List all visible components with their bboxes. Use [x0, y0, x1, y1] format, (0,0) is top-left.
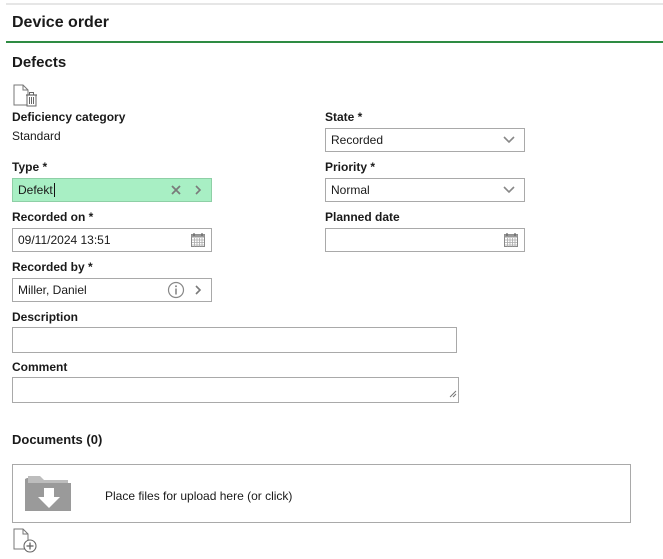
- calendar-icon[interactable]: [500, 229, 522, 251]
- comment-label: Comment: [12, 360, 68, 374]
- documents-title: Documents (0): [12, 432, 103, 447]
- document-delete-icon[interactable]: [12, 84, 38, 108]
- chevron-down-icon[interactable]: [498, 129, 520, 151]
- page-title: Device order: [12, 14, 109, 31]
- chevron-right-icon[interactable]: [187, 179, 209, 201]
- top-border: [6, 3, 663, 5]
- recorded-on-field[interactable]: 09/11/2024 13:51: [12, 228, 212, 252]
- type-label: Type *: [12, 160, 48, 174]
- type-input-value[interactable]: Defekt: [18, 183, 53, 197]
- recorded-by-value[interactable]: Miller, Daniel: [18, 283, 165, 297]
- deficiency-category-label: Deficiency category: [12, 110, 126, 124]
- description-label: Description: [12, 310, 79, 324]
- deficiency-category-value: Standard: [12, 129, 61, 143]
- state-label: State *: [325, 110, 363, 124]
- recorded-by-label: Recorded by *: [12, 260, 93, 274]
- recorded-on-label: Recorded on *: [12, 210, 94, 224]
- section-title-defects: Defects: [12, 54, 67, 71]
- planned-date-label: Planned date: [325, 210, 400, 224]
- description-input[interactable]: [12, 327, 457, 353]
- priority-select[interactable]: Normal: [325, 178, 525, 202]
- chevron-down-icon[interactable]: [498, 179, 520, 201]
- folder-download-icon: [23, 473, 75, 520]
- info-icon[interactable]: [165, 279, 187, 301]
- text-cursor: [53, 183, 55, 198]
- close-icon[interactable]: [165, 179, 187, 201]
- upload-instructions: Place files for upload here (or click): [105, 489, 293, 503]
- state-value: Recorded: [331, 133, 384, 147]
- recorded-by-field[interactable]: Miller, Daniel: [12, 278, 212, 302]
- resize-handle-icon[interactable]: [448, 387, 457, 401]
- comment-textarea[interactable]: [12, 377, 459, 403]
- recorded-on-value[interactable]: 09/11/2024 13:51: [18, 233, 187, 247]
- calendar-icon[interactable]: [187, 229, 209, 251]
- chevron-right-icon[interactable]: [187, 279, 209, 301]
- planned-date-field[interactable]: [325, 228, 525, 252]
- state-select[interactable]: Recorded: [325, 128, 525, 152]
- file-upload-dropzone[interactable]: Place files for upload here (or click): [12, 464, 631, 523]
- document-add-icon[interactable]: [12, 528, 38, 554]
- priority-value: Normal: [331, 183, 370, 197]
- header-divider: [6, 41, 663, 43]
- type-field[interactable]: Defekt: [12, 178, 212, 202]
- priority-label: Priority *: [325, 160, 376, 174]
